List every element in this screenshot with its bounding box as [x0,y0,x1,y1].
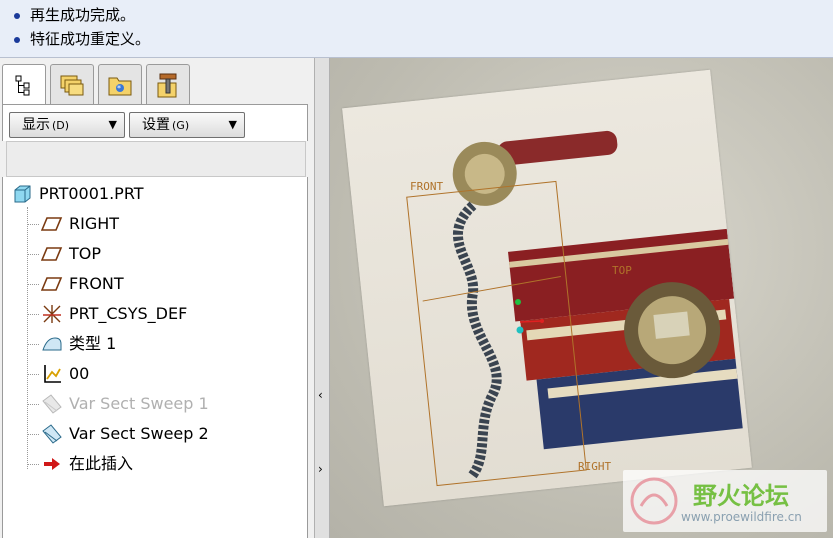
top-plane-label: TOP [612,264,632,277]
tree-node-label: PRT_CSYS_DEF [69,304,188,323]
svg-text:*: * [117,84,121,93]
tree-connector [27,284,39,285]
settings-dropdown-button[interactable]: 设置 (G) ▼ [129,112,245,138]
message-text: 特征成功重定义。 [30,30,151,48]
tree-item-csys[interactable]: PRT_CSYS_DEF [41,301,187,327]
tree-item-top[interactable]: TOP [41,241,101,267]
tab-favorites[interactable]: * [98,64,142,104]
message-line: 再生成功完成。 [14,4,135,26]
watermark-logo-icon [630,477,678,525]
sketch-icon [41,363,63,385]
tree-node-label: FRONT [69,274,124,293]
front-plane-label: FRONT [410,180,444,193]
message-text: 再生成功完成。 [30,6,136,24]
folder-stack-icon [60,75,84,95]
tab-model-tree[interactable] [2,64,46,105]
tree-item-sweep1[interactable]: Var Sect Sweep 1 [41,391,209,417]
model-tree: PRT0001.PRT RIGHT TOP FRONT PRT_CSYS_DEF… [2,177,308,538]
show-hotkey: (D) [52,119,70,132]
panel-splitter[interactable]: ‹ › [314,58,330,538]
dropdown-arrow-icon: ▼ [228,118,237,131]
message-line: 特征成功重定义。 [14,28,150,50]
settings-hotkey: (G) [172,119,190,132]
watermark-url: www.proewildfire.cn [681,510,802,524]
tab-folder-browser[interactable] [50,64,94,104]
show-dropdown-button[interactable]: 显示 (D) ▼ [9,112,125,138]
message-area: 再生成功完成。 特征成功重定义。 [0,0,833,58]
tree-item-type1[interactable]: 类型 1 [41,331,116,357]
tree-item-sketch[interactable]: 00 [41,361,89,387]
tree-connector [27,314,39,315]
tree-node-label: 00 [69,364,90,383]
tree-connector [27,464,39,465]
tree-item-right[interactable]: RIGHT [41,211,119,237]
tree-item-front[interactable]: FRONT [41,271,124,297]
navigator-panel: * 显示 (D) ▼ 设置 (G) ▼ PRT0001.PRT RIGHT TO… [0,58,314,538]
tree-root-part[interactable]: PRT0001.PRT [11,181,144,207]
tree-node-label: 类型 1 [69,334,117,353]
right-plane-label: RIGHT [578,460,612,473]
watermark: 野火论坛 www.proewildfire.cn [623,470,827,532]
datum-plane-icon [41,243,63,265]
settings-label: 设置 [142,117,170,133]
tree-connector [27,404,39,405]
tree-connector [27,207,28,469]
surface-icon [41,333,63,355]
tree-filter-bar[interactable] [6,141,306,177]
tree-node-label: Var Sect Sweep 1 [69,394,209,413]
sweep-icon [41,423,63,445]
tree-connector [27,224,39,225]
datum-plane-icon [41,213,63,235]
tree-node-label: RIGHT [69,214,120,233]
folder-star-icon: * [108,77,132,95]
navigator-tabs: * [2,64,308,105]
reference-image [342,69,752,507]
tree-node-label: Var Sect Sweep 2 [69,424,209,443]
dropdown-arrow-icon: ▼ [108,118,117,131]
tree-connector [27,434,39,435]
graphics-window[interactable]: FRONT TOP RIGHT 野火论坛 www.proewildfire.cn [330,58,833,538]
tree-item-insert-here[interactable]: 在此插入 [41,451,133,477]
tree-connector [27,374,39,375]
tree-toolbar: 显示 (D) ▼ 设置 (G) ▼ [2,105,308,141]
datum-plane-icon [41,273,63,295]
tree-node-label: 在此插入 [69,454,134,473]
telephone-photo [406,130,743,487]
sweep-icon [41,393,63,415]
tree-node-label: PRT0001.PRT [39,184,144,203]
tree-connector [27,254,39,255]
tab-connections[interactable] [146,64,190,104]
tree-item-sweep2[interactable]: Var Sect Sweep 2 [41,421,209,447]
coordinate-system-icon [41,303,63,325]
expand-right-arrow-icon[interactable]: › [318,462,323,476]
csys-triad-icon [515,299,544,334]
insert-here-arrow-icon [41,453,63,475]
bullet-icon [14,36,20,43]
part-icon [11,183,33,205]
model-tree-icon [15,75,30,96]
collapse-left-arrow-icon[interactable]: ‹ [318,388,323,402]
tools-icon [157,73,177,97]
watermark-title: 野火论坛 [693,482,789,510]
tree-connector [27,344,39,345]
show-label: 显示 [22,117,50,133]
bullet-icon [14,12,20,19]
tree-node-label: TOP [69,244,102,263]
